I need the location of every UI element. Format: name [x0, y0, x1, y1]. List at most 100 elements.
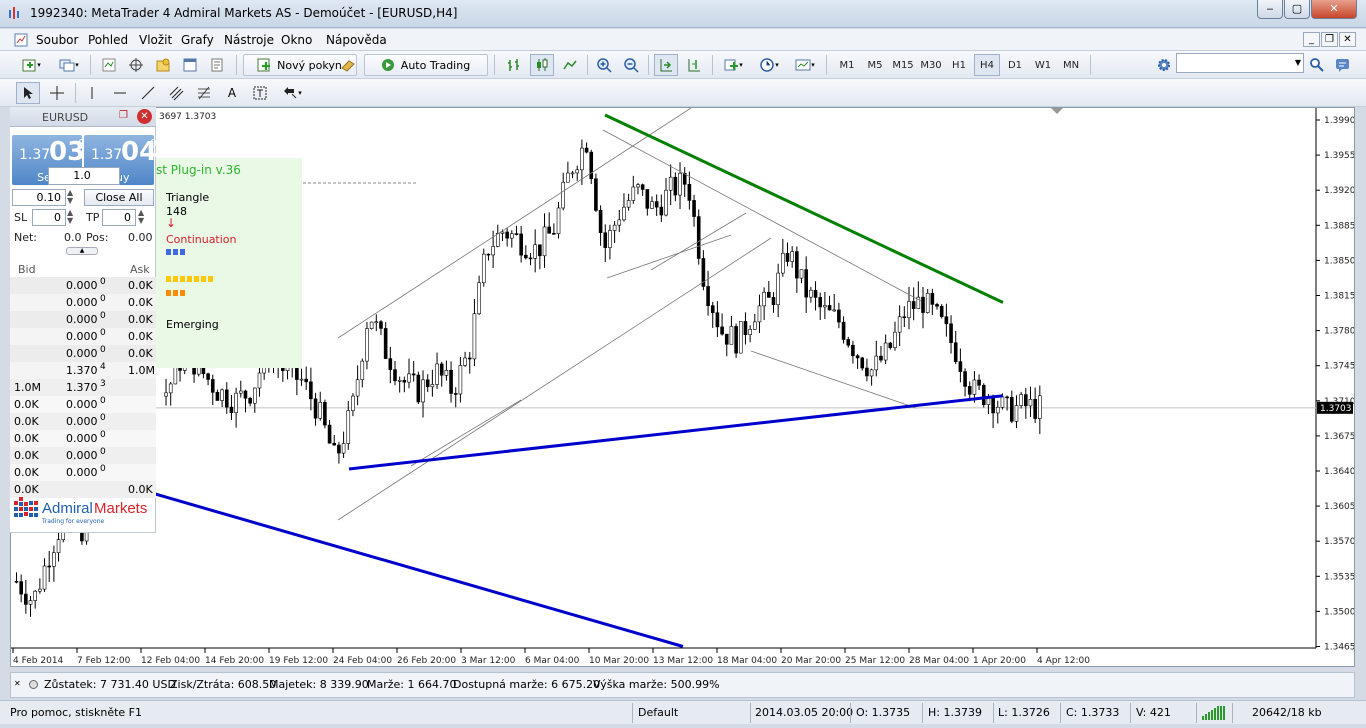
depth-row[interactable]: 0.000 0 0.0K [10, 277, 156, 294]
crosshair-tool[interactable] [45, 82, 69, 104]
timeframe-m15-button[interactable]: M15 [890, 54, 916, 76]
close-terminal-icon[interactable]: ✕ [14, 679, 21, 688]
menu-okno[interactable]: Okno [281, 33, 312, 47]
sl-input[interactable]: 0 [32, 209, 66, 226]
tp-input[interactable]: 0 [102, 209, 136, 226]
vertical-line-tool[interactable] [80, 82, 104, 104]
candle-body [491, 246, 495, 256]
profile-name[interactable]: Default [638, 706, 678, 719]
depth-row[interactable]: 0.0K 0.0K [10, 481, 156, 498]
depth-row[interactable]: 1.0M 1.370 3 [10, 379, 156, 396]
depth-row[interactable]: 0.0K 0.000 0 [10, 396, 156, 413]
market-watch-button[interactable] [97, 54, 121, 76]
candle-body [552, 232, 556, 235]
search-button[interactable] [1306, 54, 1328, 76]
periods-button[interactable]: ▾ [754, 54, 784, 76]
depth-row[interactable]: 0.000 0 0.0K [10, 311, 156, 328]
menu-soubor[interactable]: Soubor [36, 33, 78, 47]
bar-chart-button[interactable] [502, 54, 526, 76]
arrows-tool[interactable]: ▾ [276, 82, 308, 104]
search-input[interactable]: ▼ [1176, 53, 1304, 73]
mdi-restore-button[interactable]: ❐ [1321, 32, 1338, 47]
mdi-minimize-button[interactable]: _ [1303, 32, 1320, 47]
menu-napoveda[interactable]: Nápověda [326, 33, 387, 47]
timeframe-m1-button[interactable]: M1 [834, 54, 860, 76]
menu-pohled[interactable]: Pohled [88, 33, 128, 47]
price-tick-label: 1.3745 [1324, 362, 1354, 372]
new-chart-button[interactable]: ▾ [16, 54, 46, 76]
lot-step-spinner[interactable]: ▲ ▼ [67, 189, 73, 205]
menu-nastroje[interactable]: Nástroje [224, 33, 274, 47]
depth-row[interactable]: 0.0K 0.000 0 [10, 430, 156, 447]
brand-name-b: Markets [94, 500, 147, 517]
depth-row[interactable]: 1.370 4 1.0M [10, 362, 156, 379]
auto-trading-button[interactable]: Auto Trading [364, 54, 488, 76]
equidistant-channel-tool[interactable] [164, 82, 188, 104]
sell-price-prefix: 1.37 [19, 147, 51, 163]
candle-body [56, 539, 61, 554]
depth-price-fraction: 0 [100, 277, 106, 287]
candle-body [472, 313, 477, 360]
options-button[interactable] [1153, 54, 1175, 76]
tp-spinner[interactable]: ▲ ▼ [138, 209, 144, 225]
zoom-out-button[interactable] [619, 54, 643, 76]
depth-row[interactable]: 0.0K 0.000 0 [10, 464, 156, 481]
timeframe-d1-button[interactable]: D1 [1002, 54, 1028, 76]
terminal-button[interactable] [178, 54, 202, 76]
depth-row[interactable]: 0.000 0 0.0K [10, 328, 156, 345]
timeframe-h1-button[interactable]: H1 [946, 54, 972, 76]
depth-ask-volume: 0.0K [128, 483, 153, 496]
close-panel-icon[interactable]: ✕ [137, 109, 152, 124]
price-tick-label: 1.3675 [1324, 432, 1354, 442]
depth-row[interactable]: 0.0K 0.000 0 [10, 413, 156, 430]
text-tool[interactable]: A [220, 82, 244, 104]
indicators-button[interactable]: ▾ [718, 54, 748, 76]
menu-grafy[interactable]: Grafy [181, 33, 214, 47]
sl-spinner[interactable]: ▲ ▼ [67, 209, 73, 225]
lot-step-input[interactable]: 0.10 [12, 189, 66, 206]
navigator-button[interactable] [151, 54, 175, 76]
close-button[interactable]: ✕ [1311, 0, 1357, 19]
close-all-button[interactable]: Close All [84, 189, 154, 206]
candle-body [547, 226, 551, 234]
timeframe-mn-button[interactable]: MN [1058, 54, 1084, 76]
depth-bid-volume: 0.0K [14, 415, 39, 428]
data-window-button[interactable] [124, 54, 148, 76]
timeframe-m5-button[interactable]: M5 [862, 54, 888, 76]
timeframe-w1-button[interactable]: W1 [1030, 54, 1056, 76]
candle-body [748, 329, 752, 336]
depth-row[interactable]: 0.000 0 0.0K [10, 345, 156, 362]
community-button[interactable] [1332, 54, 1354, 76]
menu-vlozit[interactable]: Vložit [139, 33, 172, 47]
candle-body [883, 342, 888, 361]
mdi-close-button[interactable]: ✕ [1339, 32, 1356, 47]
expert-button[interactable] [336, 54, 360, 76]
maximize-button[interactable]: ▢ [1284, 0, 1310, 19]
horizontal-line-tool[interactable] [108, 82, 132, 104]
autoscroll-button[interactable] [654, 54, 678, 76]
depth-row[interactable]: 0.0K 0.000 0 [10, 447, 156, 464]
line-chart-button[interactable] [558, 54, 582, 76]
minimize-button[interactable]: ‒ [1257, 0, 1283, 19]
search-dropdown-icon[interactable]: ▼ [1295, 58, 1301, 67]
fibonacci-tool[interactable] [192, 82, 216, 104]
trendline-tool[interactable] [136, 82, 160, 104]
connection-icon[interactable] [1202, 706, 1226, 720]
timeframe-h4-button[interactable]: H4 [974, 54, 1000, 76]
cursor-tool[interactable] [16, 82, 40, 104]
strategy-tester-button[interactable] [205, 54, 229, 76]
chart-shift-button[interactable] [682, 54, 706, 76]
candlestick-button[interactable] [530, 54, 554, 76]
collapse-depth-button[interactable]: ▲ [66, 247, 98, 255]
depth-row[interactable]: 0.000 0 0.0K [10, 294, 156, 311]
sl-label: SL [14, 211, 28, 224]
volume-input[interactable]: 1.0 [48, 167, 120, 185]
timeframe-m30-button[interactable]: M30 [918, 54, 944, 76]
text-label-tool[interactable] [248, 82, 272, 104]
templates-button[interactable]: ▾ [790, 54, 820, 76]
price-tick-label: 1.3815 [1324, 292, 1354, 302]
restore-icon[interactable]: ❐ [119, 110, 133, 124]
profiles-button[interactable]: ▾ [54, 54, 84, 76]
ask-header: Ask [130, 263, 150, 276]
zoom-in-button[interactable] [592, 54, 616, 76]
